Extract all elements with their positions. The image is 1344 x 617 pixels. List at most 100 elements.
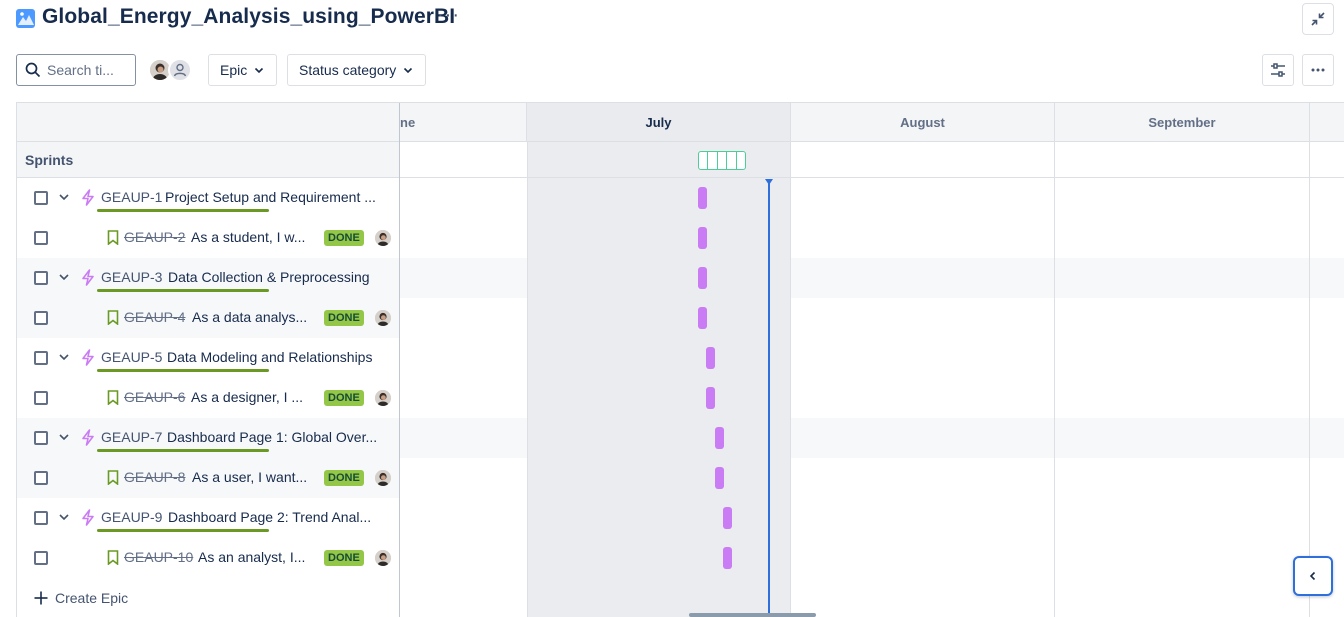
sprint-marker[interactable] [698,151,746,170]
horizontal-scrollbar[interactable] [689,613,816,617]
today-marker-head [765,179,773,185]
issue-summary[interactable]: Dashboard Page 2: Trend Anal... [168,509,371,525]
row-checkbox[interactable] [34,271,48,285]
story-bookmark-icon [107,230,119,245]
issue-summary[interactable]: Data Modeling and Relationships [167,349,372,365]
epic-progress-bar [97,289,269,292]
story-row[interactable]: GEAUP-2 As a student, I w... DONE [17,218,399,258]
status-category-filter-button[interactable]: Status category [287,54,427,86]
epic-row[interactable]: GEAUP-5 Data Modeling and Relationships [17,338,399,378]
issue-key[interactable]: GEAUP-10 [124,549,193,565]
issue-summary[interactable]: Project Setup and Requirement ... [165,189,376,205]
epic-row[interactable]: GEAUP-7 Dashboard Page 1: Global Over... [17,418,399,458]
issue-key[interactable]: GEAUP-6 [124,389,185,405]
status-badge[interactable]: DONE [324,310,364,326]
issue-key[interactable]: GEAUP-7 [101,429,162,445]
epic-row[interactable]: GEAUP-3 Data Collection & Preprocessing [17,258,399,298]
story-bar[interactable] [698,307,707,329]
chevron-down-icon[interactable] [57,510,71,524]
issue-summary[interactable]: As a student, I w... [191,229,305,245]
create-epic-label: Create Epic [55,590,129,606]
assignee-avatar[interactable] [375,230,391,246]
list-header [17,103,399,142]
story-bookmark-icon [107,550,119,565]
issue-key[interactable]: GEAUP-9 [101,509,162,525]
issue-summary[interactable]: As an analyst, I... [198,549,305,565]
toggle-panel-button[interactable] [1293,556,1333,596]
issue-summary[interactable]: As a user, I want... [192,469,307,485]
row-checkbox[interactable] [34,471,48,485]
issue-summary[interactable]: Data Collection & Preprocessing [168,269,370,285]
row-checkbox[interactable] [34,391,48,405]
search-input[interactable] [47,62,135,78]
create-epic-button[interactable]: Create Epic [17,578,399,617]
issue-key[interactable]: GEAUP-8 [124,469,185,485]
month-divider [527,142,528,617]
epic-bar[interactable] [706,347,715,369]
timeline: Sprints GEAUP-1 Project Setup and Requir… [16,102,1344,617]
project-avatar-icon [16,9,35,28]
row-checkbox[interactable] [34,551,48,565]
epic-bar[interactable] [698,267,707,289]
issue-summary[interactable]: As a designer, I ... [191,389,303,405]
epic-filter-button[interactable]: Epic [208,54,278,86]
issue-summary[interactable]: Dashboard Page 1: Global Over... [167,429,377,445]
sprints-lane [400,142,1344,178]
month-header: September [1055,103,1310,142]
story-bar[interactable] [715,467,724,489]
assignee-avatar[interactable] [375,310,391,326]
status-category-label: Status category [299,62,397,78]
story-row[interactable]: GEAUP-4 As a data analys... DONE [17,298,399,338]
view-settings-button[interactable] [1262,54,1294,86]
chevron-down-icon[interactable] [57,270,71,284]
chevron-down-icon[interactable] [57,430,71,444]
more-icon[interactable]: ··· [437,4,460,27]
issue-key[interactable]: GEAUP-5 [101,349,162,365]
row-checkbox[interactable] [34,511,48,525]
story-row[interactable]: GEAUP-8 As a user, I want... DONE [17,458,399,498]
month-divider [790,142,791,617]
status-badge[interactable]: DONE [324,550,364,566]
assignee-avatars[interactable] [148,58,192,82]
epic-bar[interactable] [698,187,707,209]
story-bar[interactable] [723,547,732,569]
assignee-avatar[interactable] [375,470,391,486]
epic-row[interactable]: GEAUP-1 Project Setup and Requirement ..… [17,178,399,218]
epic-row[interactable]: GEAUP-9 Dashboard Page 2: Trend Anal... [17,498,399,538]
row-checkbox[interactable] [34,311,48,325]
status-badge[interactable]: DONE [324,230,364,246]
chevron-down-icon [255,67,264,74]
epic-lightning-icon [82,349,94,366]
story-bar[interactable] [698,227,707,249]
issue-key[interactable]: GEAUP-2 [124,229,185,245]
epic-bar[interactable] [715,427,724,449]
row-checkbox[interactable] [34,351,48,365]
assignee-avatar[interactable] [375,550,391,566]
story-bookmark-icon [107,390,119,405]
row-checkbox[interactable] [34,191,48,205]
issue-summary[interactable]: As a data analys... [192,309,307,325]
row-checkbox[interactable] [34,431,48,445]
chevron-down-icon [404,67,413,74]
chevron-down-icon[interactable] [57,190,71,204]
issue-key[interactable]: GEAUP-4 [124,309,185,325]
story-bar[interactable] [706,387,715,409]
epic-progress-bar [97,209,269,212]
issue-key[interactable]: GEAUP-3 [101,269,162,285]
assignee-avatar[interactable] [375,390,391,406]
page-header: Global_Energy_Analysis_using_PowerBI ··· [0,0,1344,40]
story-row[interactable]: GEAUP-10 As an analyst, I... DONE [17,538,399,578]
row-checkbox[interactable] [34,231,48,245]
plus-icon [34,591,48,605]
more-actions-button[interactable] [1302,54,1334,86]
unassigned-avatar[interactable] [168,58,192,82]
more-icon [1311,68,1325,72]
collapse-button[interactable] [1302,3,1334,35]
chevron-down-icon[interactable] [57,350,71,364]
status-badge[interactable]: DONE [324,470,364,486]
issue-key[interactable]: GEAUP-1 [101,189,162,205]
status-badge[interactable]: DONE [324,390,364,406]
story-row[interactable]: GEAUP-6 As a designer, I ... DONE [17,378,399,418]
search-box[interactable] [16,54,136,86]
epic-bar[interactable] [723,507,732,529]
